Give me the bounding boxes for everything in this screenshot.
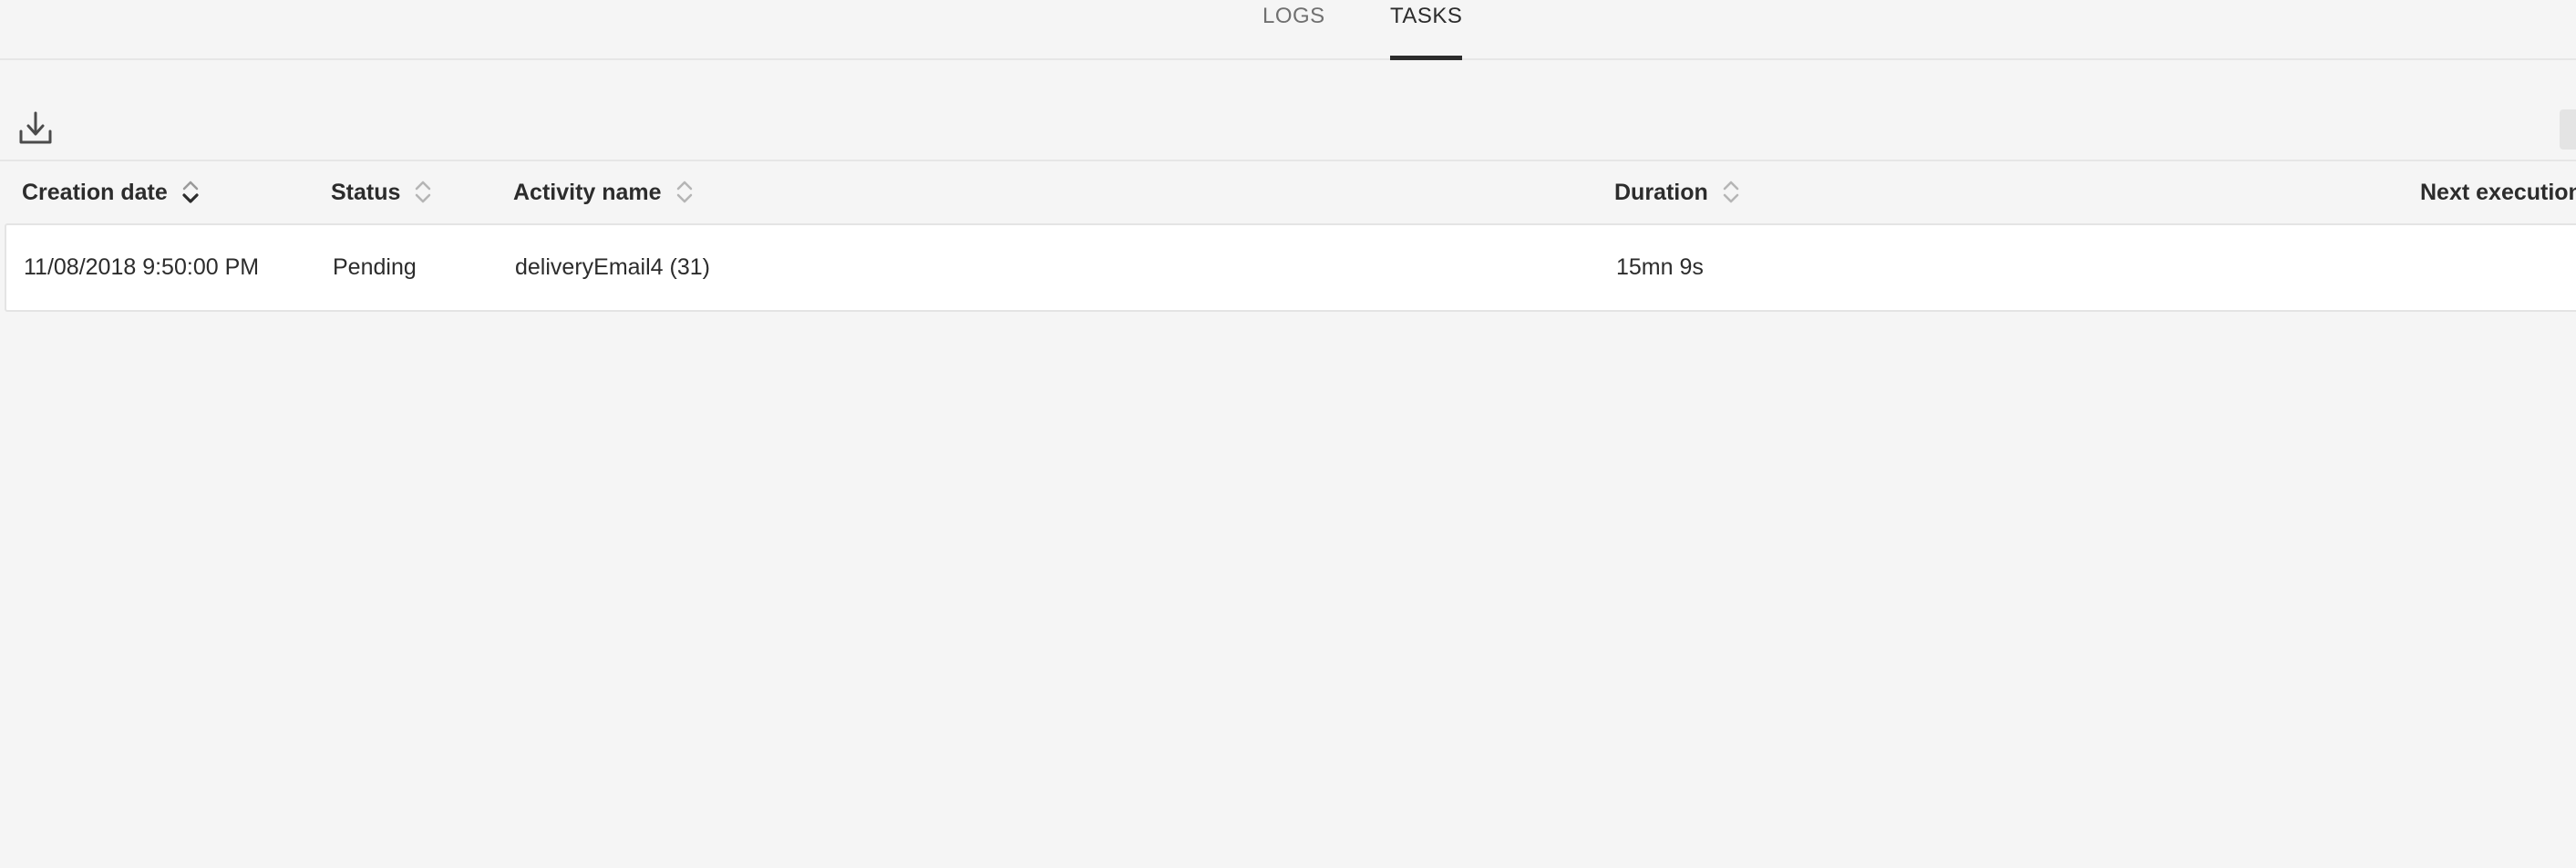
sort-icon[interactable]: [1721, 179, 1741, 206]
column-header-next-execution[interactable]: Next execution: [2420, 161, 2576, 223]
toolbar-right-button[interactable]: [2560, 109, 2576, 150]
cell-creation-date: 11/08/2018 9:50:00 PM: [24, 254, 260, 280]
table-header: Creation date Status Activity name Durat…: [0, 160, 2576, 223]
column-header-activity-name[interactable]: Activity name: [513, 161, 695, 223]
sort-icon[interactable]: [675, 179, 695, 206]
tabs-bar: LOGS TASKS: [0, 0, 2576, 60]
toolbar: [0, 100, 2576, 160]
column-header-label: Activity name: [513, 179, 662, 205]
sort-icon[interactable]: [413, 179, 433, 206]
column-header-label: Next execution: [2420, 179, 2576, 205]
cell-activity-name: deliveryEmail4 (31): [515, 254, 710, 280]
table-row[interactable]: 11/08/2018 9:50:00 PM Pending deliveryEm…: [5, 223, 2576, 312]
download-icon[interactable]: [18, 109, 53, 146]
tab-tasks[interactable]: TASKS: [1390, 0, 1463, 60]
tab-logs-label: LOGS: [1262, 4, 1325, 28]
tasks-view: LOGS TASKS Creation date Status Activity…: [0, 0, 2576, 868]
cell-duration: 15mn 9s: [1616, 254, 1704, 280]
column-header-label: Status: [331, 179, 401, 205]
column-header-creation-date[interactable]: Creation date: [22, 161, 201, 223]
column-header-duration[interactable]: Duration: [1614, 161, 1741, 223]
column-header-label: Duration: [1614, 179, 1708, 205]
tab-logs[interactable]: LOGS: [1262, 0, 1325, 60]
column-header-label: Creation date: [22, 179, 168, 205]
active-tab-indicator: [1390, 56, 1463, 60]
column-header-status[interactable]: Status: [331, 161, 433, 223]
sort-descending-icon[interactable]: [180, 179, 201, 206]
cell-status: Pending: [333, 254, 417, 280]
tab-tasks-label: TASKS: [1390, 4, 1463, 28]
